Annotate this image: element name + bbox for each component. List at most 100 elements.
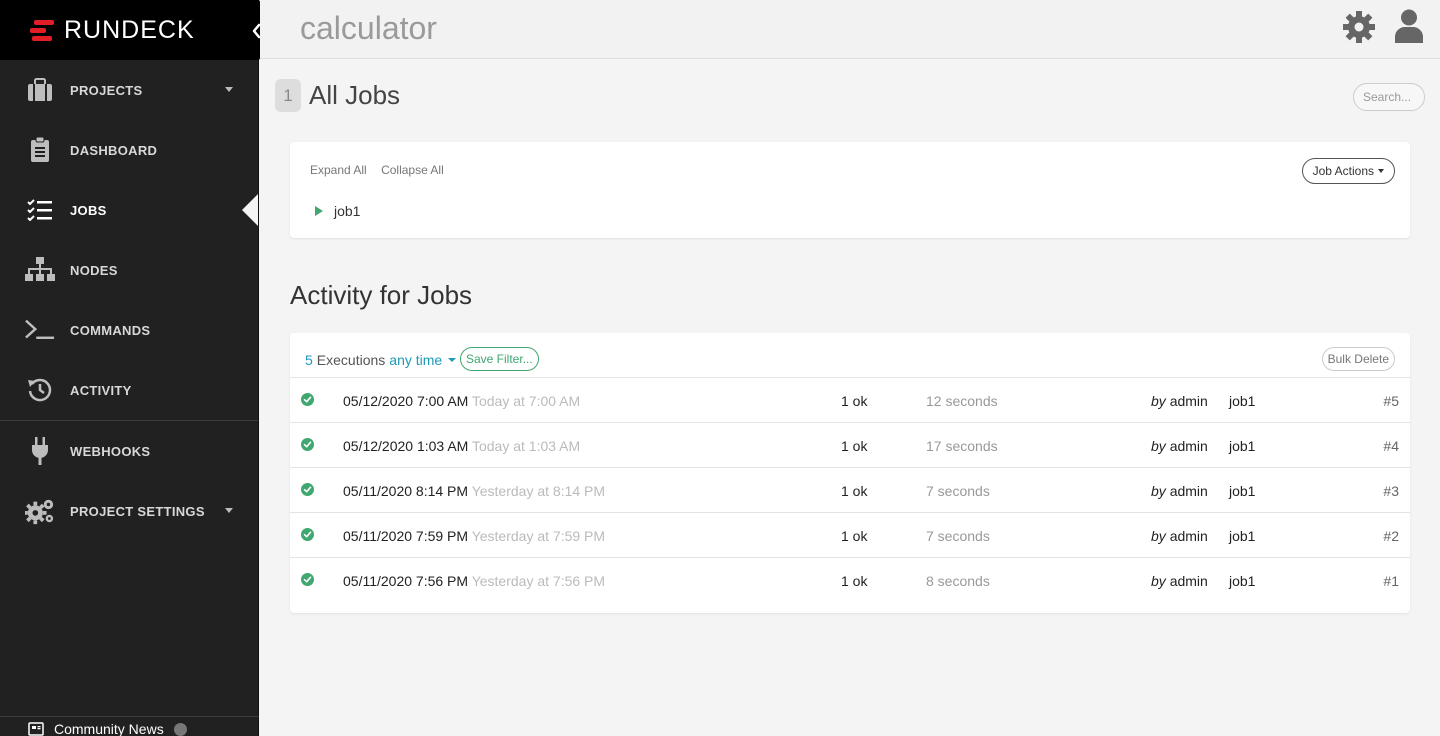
execution-row[interactable]: 05/12/2020 7:00 AM Today at 7:00 AM 1 ok… (290, 378, 1410, 423)
execution-duration: 12 seconds (926, 393, 998, 409)
execution-user: by admin (1151, 573, 1208, 589)
user-menu-button[interactable] (1394, 9, 1428, 45)
save-filter-button[interactable]: Save Filter... (460, 347, 539, 371)
success-status-icon (301, 528, 314, 541)
execution-relative-time: Yesterday at 7:56 PM (471, 573, 606, 589)
system-settings-button[interactable] (1343, 11, 1379, 47)
user-icon (1395, 9, 1423, 43)
execution-date: 05/11/2020 8:14 PM Yesterday at 8:14 PM (343, 483, 605, 499)
sidebar-item-activity[interactable]: ACTIVITY (0, 360, 258, 420)
execution-row[interactable]: 05/11/2020 7:59 PM Yesterday at 7:59 PM … (290, 513, 1410, 558)
execution-user: by admin (1151, 393, 1208, 409)
user-name: admin (1169, 573, 1208, 589)
top-bar: calculator (260, 0, 1440, 59)
execution-date: 05/11/2020 7:59 PM Yesterday at 7:59 PM (343, 528, 605, 544)
sidebar-nav-project: WEBHOOKS PROJECT SETTINGS (0, 421, 258, 541)
activity-card: 5 Executions any time Save Filter... Bul… (290, 333, 1410, 613)
briefcase-icon (25, 75, 55, 105)
execution-job-name[interactable]: job1 (1229, 438, 1255, 454)
execution-job-name[interactable]: job1 (1229, 483, 1255, 499)
by-label: by (1151, 438, 1166, 454)
execution-result: 1 ok (841, 393, 868, 409)
user-name: admin (1169, 438, 1208, 454)
sidebar-item-nodes[interactable]: NODES (0, 240, 258, 300)
history-icon (25, 375, 55, 405)
jobs-list-card: Expand All Collapse All Job Actions job1 (290, 142, 1410, 238)
execution-id[interactable]: #2 (1383, 528, 1399, 544)
execution-id[interactable]: #5 (1383, 393, 1399, 409)
sidebar-item-commands[interactable]: COMMANDS (0, 300, 258, 360)
execution-user: by admin (1151, 483, 1208, 499)
execution-result: 1 ok (841, 438, 868, 454)
success-status-icon (301, 573, 314, 586)
time-filter-dropdown[interactable]: any time (389, 352, 457, 368)
execution-datetime: 05/12/2020 1:03 AM (343, 438, 469, 454)
execution-relative-time: Yesterday at 7:59 PM (471, 528, 606, 544)
main-content: 1 All Jobs Expand All Collapse All Job A… (260, 59, 1440, 736)
sidebar-item-label: ACTIVITY (70, 382, 132, 398)
execution-result: 1 ok (841, 573, 868, 589)
execution-id[interactable]: #3 (1383, 483, 1399, 499)
execution-job-name[interactable]: job1 (1229, 573, 1255, 589)
sidebar-item-jobs[interactable]: JOBS (0, 180, 258, 240)
caret-down-icon (1378, 169, 1384, 173)
execution-user: by admin (1151, 528, 1208, 544)
community-news-label: Community News (54, 721, 164, 736)
executions-count: 5 (305, 352, 313, 368)
by-label: by (1151, 528, 1166, 544)
sidebar-item-projects[interactable]: PROJECTS (0, 60, 258, 120)
execution-result: 1 ok (841, 483, 868, 499)
by-label: by (1151, 483, 1166, 499)
community-news-link[interactable]: Community News (0, 716, 259, 736)
job-count-badge: 1 (275, 79, 301, 112)
success-status-icon (301, 438, 314, 451)
execution-datetime: 05/11/2020 8:14 PM (343, 483, 469, 499)
execution-duration: 17 seconds (926, 438, 998, 454)
execution-id[interactable]: #4 (1383, 438, 1399, 454)
sidebar-item-label: NODES (70, 262, 118, 278)
play-icon[interactable] (315, 206, 323, 216)
execution-relative-time: Today at 1:03 AM (471, 438, 581, 454)
job-list-item[interactable]: job1 (315, 203, 360, 219)
job-actions-button[interactable]: Job Actions (1301, 158, 1395, 184)
user-name: admin (1169, 483, 1208, 499)
job-name-link[interactable]: job1 (334, 203, 360, 219)
execution-job-name[interactable]: job1 (1229, 393, 1255, 409)
sidebar-item-webhooks[interactable]: WEBHOOKS (0, 421, 258, 481)
execution-duration: 7 seconds (926, 528, 990, 544)
caret-down-icon (225, 508, 233, 513)
execution-job-name[interactable]: job1 (1229, 528, 1255, 544)
execution-row[interactable]: 05/11/2020 8:14 PM Yesterday at 8:14 PM … (290, 468, 1410, 513)
execution-row[interactable]: 05/12/2020 1:03 AM Today at 1:03 AM 1 ok… (290, 423, 1410, 468)
page-title: All Jobs (309, 80, 401, 110)
collapse-all-link[interactable]: Collapse All (381, 163, 444, 177)
execution-datetime: 05/12/2020 7:00 AM (343, 393, 469, 409)
sitemap-icon (25, 255, 55, 285)
sidebar-item-label: WEBHOOKS (70, 443, 151, 459)
sidebar-item-label: DASHBOARD (70, 142, 158, 158)
success-status-icon (301, 483, 314, 496)
terminal-icon (25, 315, 55, 345)
sidebar: RUNDECK PROJECTS DASHBOARD JOBS NODES CO… (0, 0, 277, 736)
brand-header[interactable]: RUNDECK (0, 0, 277, 60)
execution-datetime: 05/11/2020 7:59 PM (343, 528, 469, 544)
tasks-icon (25, 195, 55, 225)
project-title: calculator (300, 10, 437, 46)
sidebar-nav: PROJECTS DASHBOARD JOBS NODES COMMANDS A… (0, 60, 258, 420)
execution-date: 05/12/2020 1:03 AM Today at 1:03 AM (343, 438, 580, 454)
sidebar-item-project-settings[interactable]: PROJECT SETTINGS (0, 481, 258, 541)
sidebar-item-label: COMMANDS (70, 322, 151, 338)
plug-icon (25, 436, 55, 466)
job-actions-label: Job Actions (1312, 164, 1374, 178)
bulk-delete-button[interactable]: Bulk Delete (1321, 347, 1395, 371)
sidebar-item-dashboard[interactable]: DASHBOARD (0, 120, 258, 180)
caret-down-icon (448, 358, 457, 362)
executions-label: Executions (316, 352, 386, 368)
activity-title: Activity for Jobs (290, 280, 473, 310)
execution-row[interactable]: 05/11/2020 7:56 PM Yesterday at 7:56 PM … (290, 558, 1410, 603)
execution-date: 05/11/2020 7:56 PM Yesterday at 7:56 PM (343, 573, 605, 589)
expand-all-link[interactable]: Expand All (310, 163, 367, 177)
execution-id[interactable]: #1 (1383, 573, 1399, 589)
by-label: by (1151, 393, 1166, 409)
job-search-input[interactable] (1353, 83, 1425, 111)
